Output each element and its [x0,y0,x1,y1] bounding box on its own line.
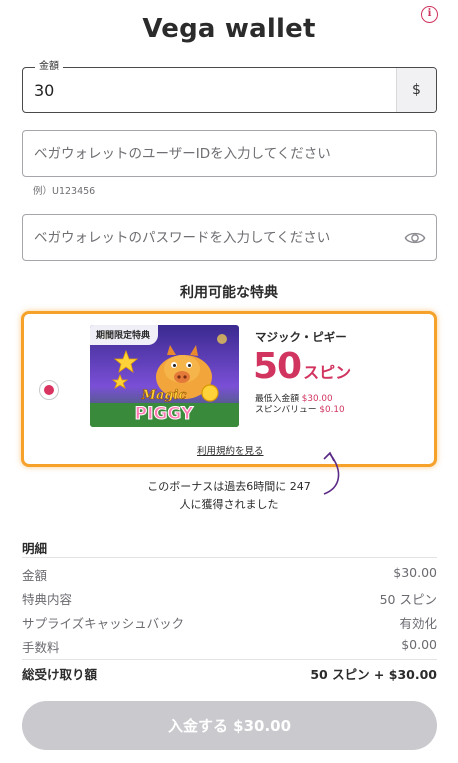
user-id-helper: 例）U123456 [33,186,96,197]
limited-offer-badge: 期間限定特典 [90,325,159,345]
amount-label: 金額 [35,60,63,74]
breakdown-row-fee: 手数料 $0.00 [22,637,437,656]
total-label: 総受け取り額 [22,667,98,682]
breakdown-row-label: 特典内容 [22,592,73,607]
breakdown-row-value: $0.00 [401,637,437,652]
magic-piggy-promo-image: Magic PIGGY 期間限定特典 [90,325,239,427]
bonus-section-title: 利用可能な特典 [180,285,278,301]
spin-value-label: スピンバリュー [255,405,317,415]
page-title: Vega wallet [142,14,316,44]
password-input[interactable] [23,229,436,246]
breakdown-row-value: 50 スピン [379,592,437,607]
offer-spin-unit: スピン [303,363,352,382]
bonus-offer-card[interactable]: Magic PIGGY 期間限定特典 マジック・ピギー 50 スピン 最低入金額 … [21,311,437,467]
breakdown-row-bonus: 特典内容 50 スピン [22,589,437,608]
breakdown-row-total: 総受け取り額 50 スピン + $30.00 [22,664,437,683]
amount-field[interactable]: 金額 $ [22,60,437,113]
breakdown-row-amount: 金額 $30.00 [22,565,437,584]
social-proof-line-1: このボーナスは過去6時間に 247 [147,480,311,493]
breakdown-row-value: $30.00 [393,565,437,580]
game-logo-piggy: PIGGY [135,404,194,424]
offer-name: マジック・ピギー [255,330,347,344]
breakdown-row-label: 金額 [22,568,48,583]
social-proof-line-2: 人に獲得されました [179,498,279,511]
user-id-field[interactable] [22,130,437,177]
total-divider [22,659,437,660]
breakdown-row-value: 有効化 [399,616,437,631]
offer-spin-amount: 50 スピン [253,346,351,387]
breakdown-row-label: 手数料 [22,640,60,655]
spin-value-value: $0.10 [319,405,345,415]
game-logo-magic: Magic [141,388,187,403]
amount-input[interactable] [23,68,396,112]
deposit-button[interactable]: 入金する $30.00 [22,701,437,750]
eye-icon[interactable] [404,228,426,248]
total-value: 50 スピン + $30.00 [310,667,437,682]
social-proof-text: このボーナスは過去6時間に 247 人に獲得されました [0,478,458,514]
offer-spin-number: 50 [253,346,302,387]
breakdown-title: 明細 [22,541,48,556]
breakdown-divider [22,557,437,558]
password-field[interactable] [22,214,437,261]
currency-label: $ [396,68,436,112]
bonus-radio-selected[interactable] [39,380,59,400]
offer-spin-value: スピンバリュー $0.10 [255,402,345,415]
user-id-input[interactable] [23,145,436,162]
breakdown-row-label: サプライズキャッシュバック [22,616,185,631]
terms-link[interactable]: 利用規約を見る [197,443,264,457]
breakdown-row-cashback: サプライズキャッシュバック 有効化 [22,613,437,632]
